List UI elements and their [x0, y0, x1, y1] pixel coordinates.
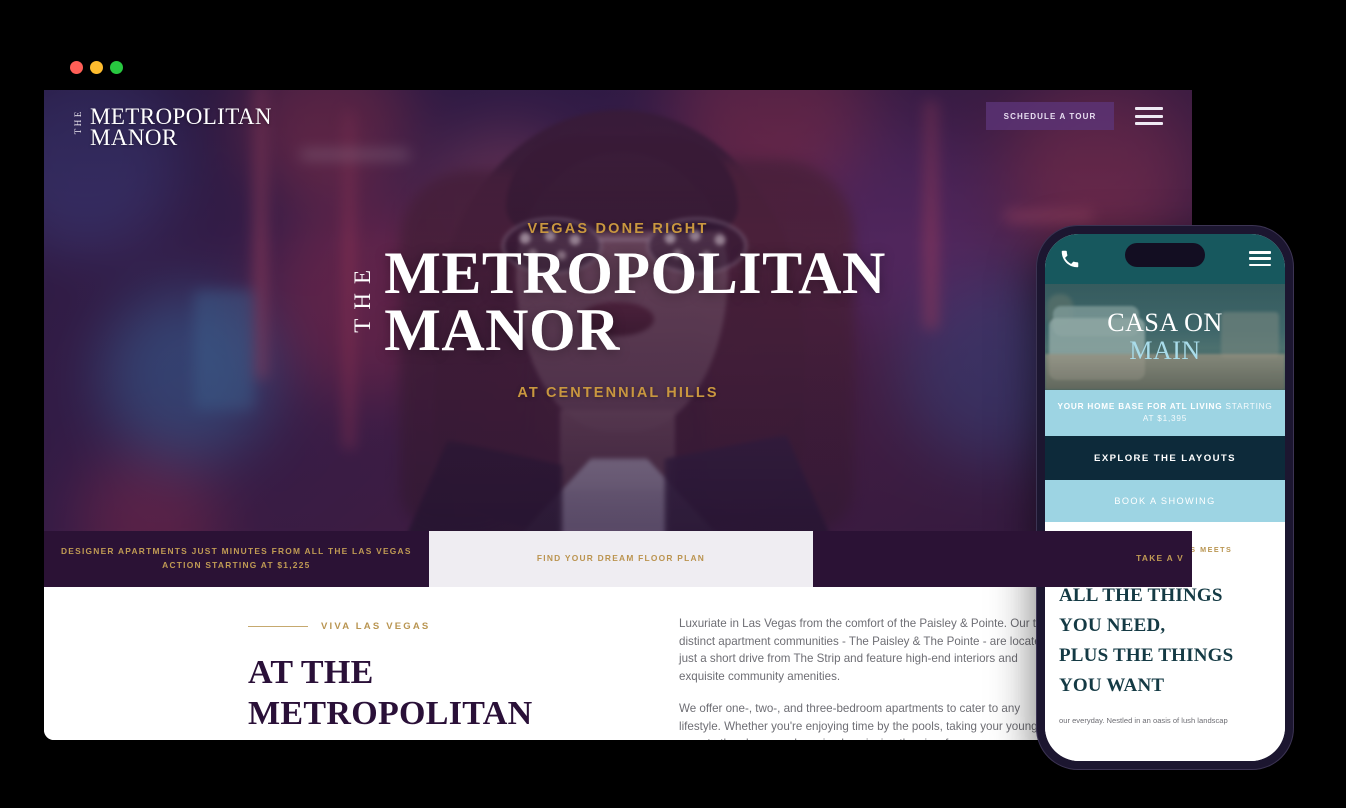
hamburger-line	[1249, 251, 1271, 254]
about-paragraph-2: We offer one-, two-, and three-bedroom a…	[679, 701, 1038, 740]
hero-title: METROPOLITAN MANOR	[384, 239, 886, 363]
screenshot-stage: THE METROPOLITAN MANOR SCHEDULE A TOUR V…	[0, 0, 1346, 808]
browser-window: THE METROPOLITAN MANOR SCHEDULE A TOUR V…	[44, 44, 1192, 740]
mobile-hamburger-menu-icon[interactable]	[1249, 251, 1271, 266]
logo-name-text: METROPOLITAN MANOR	[90, 104, 272, 151]
cta-pricing[interactable]: DESIGNER APARTMENTS JUST MINUTES FROM AL…	[44, 531, 429, 587]
cta-strip: DESIGNER APARTMENTS JUST MINUTES FROM AL…	[44, 531, 1192, 587]
phone-notch	[1125, 243, 1205, 267]
about-right-column: Luxuriate in Las Vegas from the comfort …	[679, 615, 1061, 740]
mobile-about-heading: ALL THE THINGS YOU NEED, PLUS THE THINGS…	[1059, 585, 1234, 697]
window-minimize-button[interactable]	[90, 60, 103, 74]
hamburger-line	[1135, 122, 1163, 125]
site-logo[interactable]: THE METROPOLITAN MANOR	[73, 104, 272, 151]
hamburger-line	[1249, 263, 1271, 266]
kicker-rule	[248, 626, 308, 627]
cta-video-tour[interactable]: TAKE A V	[813, 531, 1192, 587]
hero-subtitle: AT CENTENNIAL HILLS	[517, 384, 719, 401]
hero-section: THE METROPOLITAN MANOR SCHEDULE A TOUR V…	[44, 90, 1192, 531]
hero-content: VEGAS DONE RIGHT THE METROPOLITAN MANOR …	[44, 90, 1192, 531]
hamburger-line	[1135, 114, 1163, 118]
schedule-a-tour-button[interactable]: SCHEDULE A TOUR	[986, 102, 1114, 130]
hamburger-line	[1135, 107, 1163, 110]
about-kicker-label: VIVA LAS VEGAS	[321, 621, 431, 632]
logo-the-text: THE	[73, 109, 83, 135]
window-zoom-button[interactable]	[110, 60, 123, 74]
site-header: THE METROPOLITAN MANOR SCHEDULE A TOUR	[44, 90, 1192, 156]
schedule-a-tour-label: SCHEDULE A TOUR	[1003, 111, 1097, 121]
hamburger-line	[1249, 257, 1271, 260]
hero-the-text: THE	[350, 260, 376, 333]
window-close-button[interactable]	[70, 60, 83, 74]
browser-titlebar	[44, 44, 1192, 90]
about-paragraph-1: Luxuriate in Las Vegas from the comfort …	[679, 617, 1051, 684]
about-left-column: VIVA LAS VEGAS AT THE METROPOLITAN	[248, 621, 608, 735]
about-heading: AT THE METROPOLITAN	[248, 654, 533, 733]
hero-title-row: THE METROPOLITAN MANOR	[350, 239, 886, 363]
cta-floor-plan-label: FIND YOUR DREAM FLOOR PLAN	[536, 553, 706, 564]
cta-video-tour-label: TAKE A V	[1136, 553, 1185, 564]
mobile-about-paragraph: our everyday. Nestled in an oasis of lus…	[1059, 716, 1228, 726]
about-section: VIVA LAS VEGAS AT THE METROPOLITAN Luxur…	[44, 587, 1192, 740]
browser-viewport: THE METROPOLITAN MANOR SCHEDULE A TOUR V…	[44, 90, 1192, 740]
hamburger-menu-icon[interactable]	[1135, 107, 1163, 125]
about-kicker: VIVA LAS VEGAS	[248, 621, 608, 632]
cta-floor-plan[interactable]: FIND YOUR DREAM FLOOR PLAN	[428, 531, 814, 587]
phone-icon[interactable]	[1059, 248, 1081, 270]
cta-pricing-label: DESIGNER APARTMENTS JUST MINUTES FROM AL…	[60, 546, 412, 570]
hero-eyebrow: VEGAS DONE RIGHT	[527, 220, 709, 237]
